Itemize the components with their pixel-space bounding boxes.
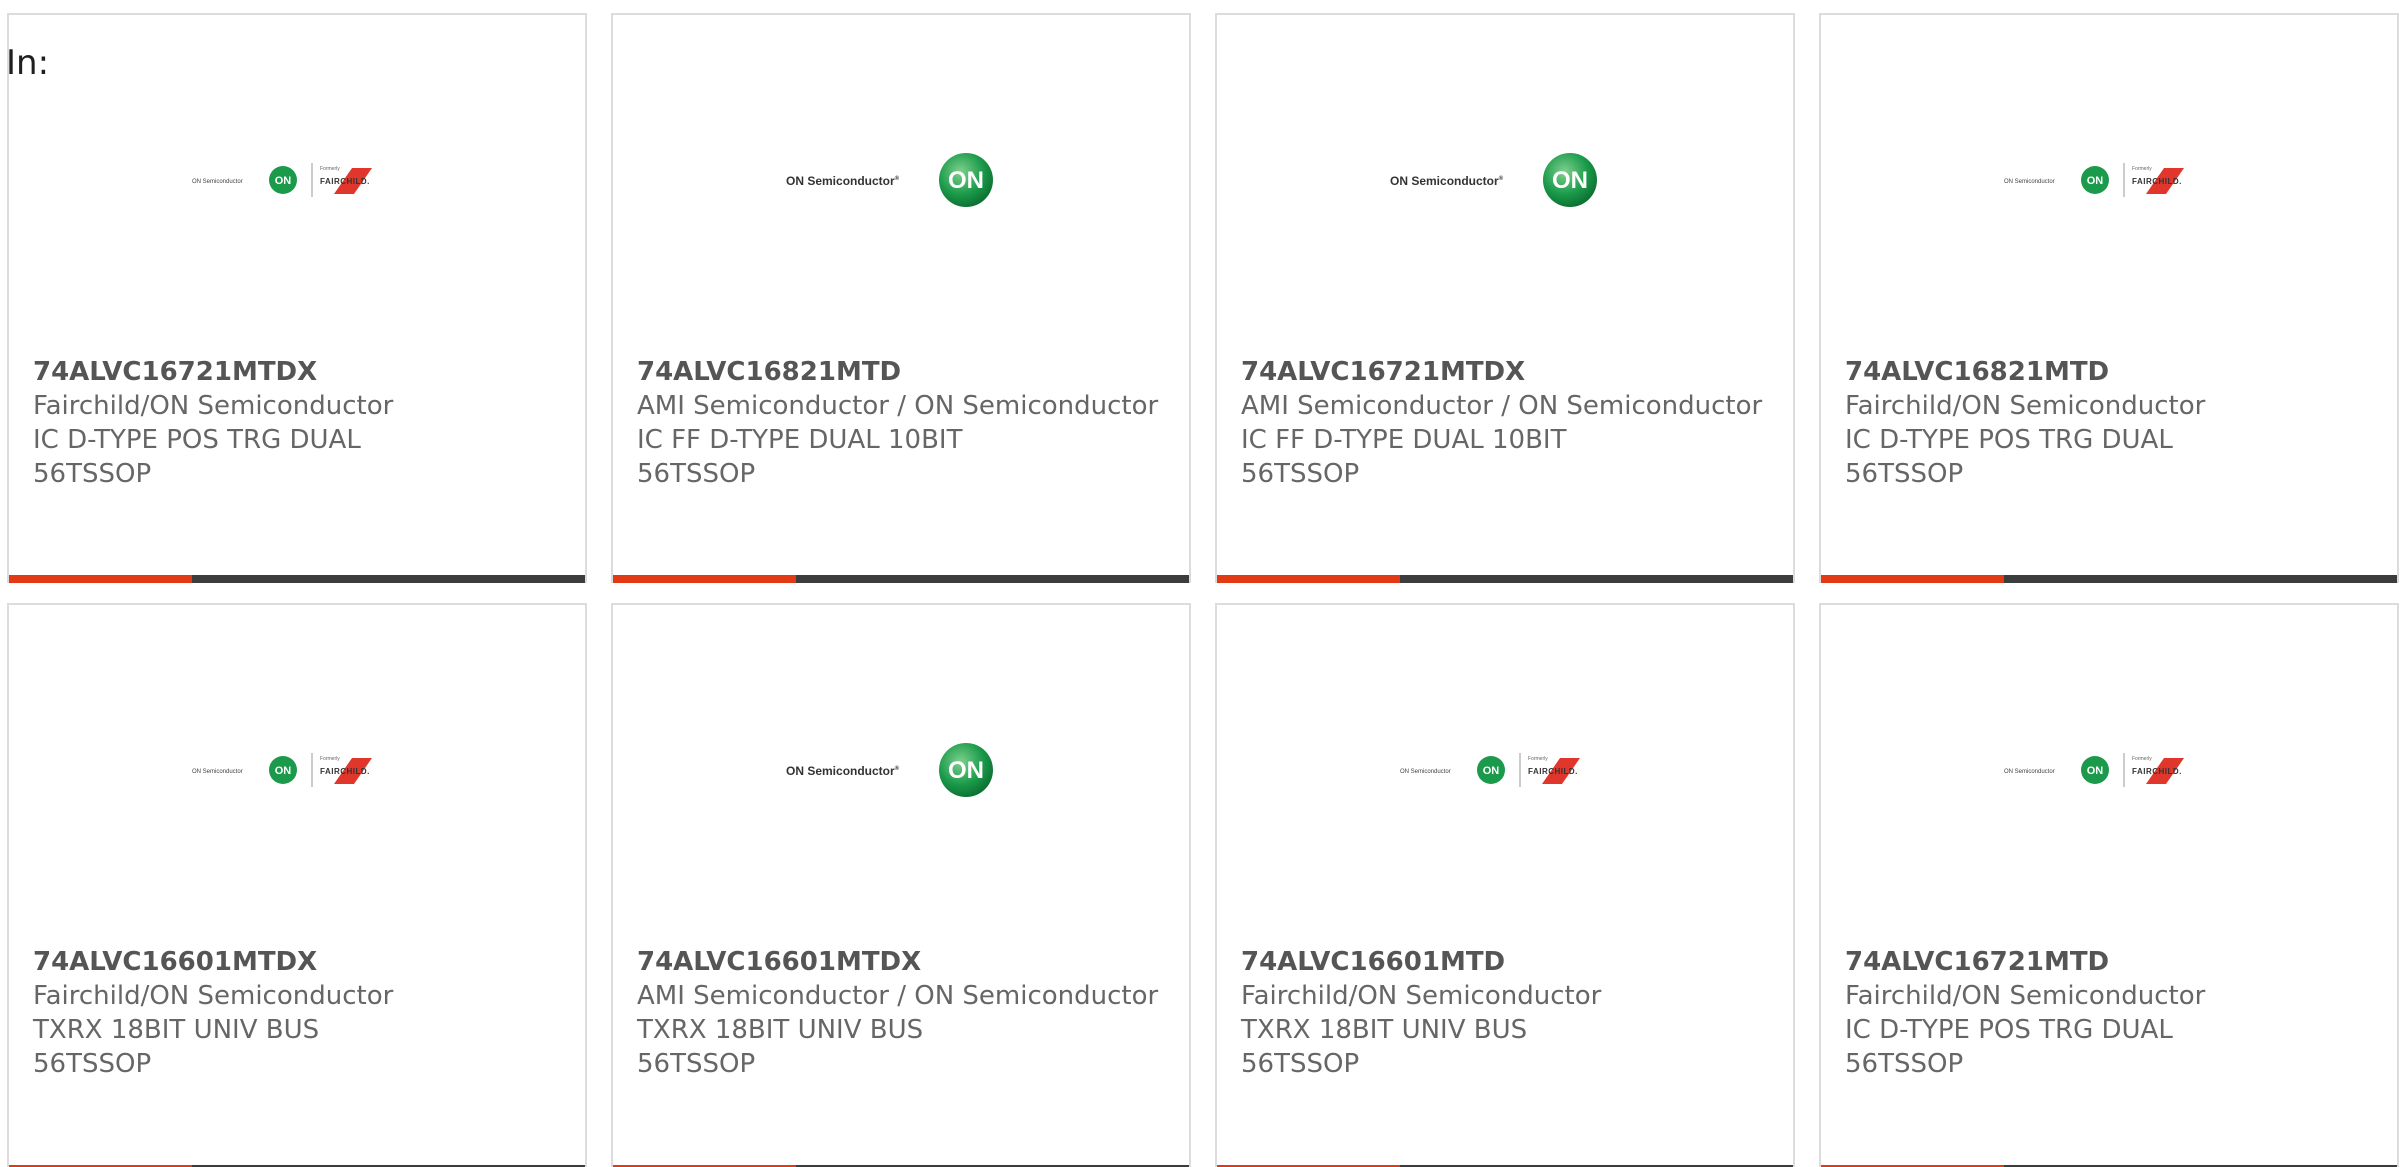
product-info: 74ALVC16821MTD Fairchild/ON Semiconducto…	[1845, 355, 2373, 491]
on-fairchild-logo: ON Semiconductor ON Formerly FAIRCHILD.	[1217, 735, 1793, 805]
manufacturer-name: Fairchild/ON Semiconductor	[33, 981, 394, 1011]
on-logo-text: ON Semiconductor	[192, 179, 243, 185]
manufacturer-name: Fairchild/ON Semiconductor	[1845, 981, 2206, 1011]
product-description: IC D-TYPE POS TRG DUAL 56TSSOP	[1845, 425, 2173, 489]
product-info: 74ALVC16721MTDX AMI Semiconductor / ON S…	[1241, 355, 1769, 491]
card-footer-bar	[1821, 575, 2397, 583]
on-semiconductor-logo-icon: ON Semiconductor® ON	[786, 743, 993, 797]
product-results-page: In: ON Semiconductor ON Formerly FAIRCHILD.…	[0, 0, 2400, 1167]
product-description: TXRX 18BIT UNIV BUS 56TSSOP	[637, 1015, 924, 1079]
svg-text:ON: ON	[2087, 765, 2104, 777]
product-card[interactable]: ON Semiconductor ON Formerly FAIRCHILD. 74A…	[1215, 603, 1795, 1167]
on-logo-text: ON Semiconductor®	[786, 764, 900, 778]
product-info: 74ALVC16601MTDX AMI Semiconductor / ON S…	[637, 945, 1165, 1081]
svg-text:Formerly: Formerly	[1528, 756, 1548, 762]
svg-text:FAIRCHILD.: FAIRCHILD.	[320, 177, 370, 186]
card-footer-bar	[1217, 575, 1793, 583]
manufacturer-name: AMI Semiconductor / ON Semiconductor	[1241, 391, 1763, 421]
svg-text:ON: ON	[1552, 167, 1588, 194]
on-fairchild-logo-icon: ON Semiconductor ON Formerly FAIRCHILD.	[2004, 753, 2184, 787]
product-info: 74ALVC16601MTDX Fairchild/ON Semiconduct…	[33, 945, 561, 1081]
on-logo-text: ON Semiconductor	[1400, 769, 1451, 775]
product-description: IC FF D-TYPE DUAL 10BIT 56TSSOP	[1241, 425, 1567, 489]
card-footer-accent	[9, 575, 192, 583]
product-description: IC D-TYPE POS TRG DUAL 56TSSOP	[33, 425, 361, 489]
filter-label: In:	[6, 43, 50, 83]
product-info: 74ALVC16721MTD Fairchild/ON Semiconducto…	[1845, 945, 2373, 1081]
on-semiconductor-logo-icon: ON Semiconductor® ON	[786, 153, 993, 207]
on-fairchild-logo: ON Semiconductor ON Formerly FAIRCHILD.	[1821, 735, 2397, 805]
on-fairchild-logo: ON Semiconductor ON Formerly FAIRCHILD.	[1821, 145, 2397, 215]
on-semiconductor-logo: ON Semiconductor® ON	[1217, 145, 1793, 215]
on-fairchild-logo-icon: ON Semiconductor ON Formerly FAIRCHILD.	[192, 163, 372, 197]
svg-text:Formerly: Formerly	[320, 756, 340, 762]
product-description: TXRX 18BIT UNIV BUS 56TSSOP	[1241, 1015, 1528, 1079]
on-semiconductor-logo: ON Semiconductor® ON	[613, 145, 1189, 215]
on-semiconductor-logo-icon: ON Semiconductor® ON	[1390, 153, 1597, 207]
svg-text:ON: ON	[948, 757, 984, 784]
product-card[interactable]: ON Semiconductor® ON 74ALVC16721MTDX AMI …	[1215, 13, 1795, 583]
part-number[interactable]: 74ALVC16721MTD	[1845, 945, 2373, 979]
product-info: 74ALVC16721MTDX Fairchild/ON Semiconduct…	[33, 355, 561, 491]
manufacturer-name: Fairchild/ON Semiconductor	[33, 391, 394, 421]
product-card[interactable]: ON Semiconductor® ON 74ALVC16601MTDX AMI …	[611, 603, 1191, 1167]
svg-text:ON: ON	[275, 765, 292, 777]
on-semiconductor-logo: ON Semiconductor® ON	[613, 735, 1189, 805]
product-card[interactable]: ON Semiconductor ON Formerly FAIRCHILD. 74A…	[7, 13, 587, 583]
on-fairchild-logo: ON Semiconductor ON Formerly FAIRCHILD.	[9, 145, 585, 215]
on-fairchild-logo: ON Semiconductor ON Formerly FAIRCHILD.	[9, 735, 585, 805]
part-number[interactable]: 74ALVC16721MTDX	[1241, 355, 1769, 389]
card-footer-accent	[613, 575, 796, 583]
product-description: IC FF D-TYPE DUAL 10BIT 56TSSOP	[637, 425, 963, 489]
product-grid: ON Semiconductor ON Formerly FAIRCHILD. 74A…	[7, 13, 2399, 1167]
part-number[interactable]: 74ALVC16721MTDX	[33, 355, 561, 389]
svg-text:Formerly: Formerly	[2132, 756, 2152, 762]
on-logo-text: ON Semiconductor®	[1390, 174, 1504, 188]
svg-text:ON: ON	[275, 175, 292, 187]
product-description: IC D-TYPE POS TRG DUAL 56TSSOP	[1845, 1015, 2173, 1079]
svg-text:FAIRCHILD.: FAIRCHILD.	[320, 767, 370, 776]
on-fairchild-logo-icon: ON Semiconductor ON Formerly FAIRCHILD.	[1400, 753, 1580, 787]
on-fairchild-logo-icon: ON Semiconductor ON Formerly FAIRCHILD.	[192, 753, 372, 787]
svg-text:FAIRCHILD.: FAIRCHILD.	[2132, 767, 2182, 776]
product-card[interactable]: ON Semiconductor ON Formerly FAIRCHILD. 74A…	[1819, 603, 2399, 1167]
card-footer-bar	[9, 575, 585, 583]
svg-text:FAIRCHILD.: FAIRCHILD.	[2132, 177, 2182, 186]
card-footer-accent	[1217, 575, 1400, 583]
part-number[interactable]: 74ALVC16601MTDX	[33, 945, 561, 979]
on-logo-text: ON Semiconductor	[192, 769, 243, 775]
product-card[interactable]: ON Semiconductor ON Formerly FAIRCHILD. 74A…	[1819, 13, 2399, 583]
product-info: 74ALVC16601MTD Fairchild/ON Semiconducto…	[1241, 945, 1769, 1081]
part-number[interactable]: 74ALVC16601MTD	[1241, 945, 1769, 979]
product-card[interactable]: ON Semiconductor ON Formerly FAIRCHILD. 74A…	[7, 603, 587, 1167]
product-description: TXRX 18BIT UNIV BUS 56TSSOP	[33, 1015, 320, 1079]
part-number[interactable]: 74ALVC16821MTD	[637, 355, 1165, 389]
svg-text:ON: ON	[1483, 765, 1500, 777]
part-number[interactable]: 74ALVC16601MTDX	[637, 945, 1165, 979]
svg-text:Formerly: Formerly	[320, 166, 340, 172]
svg-text:ON: ON	[2087, 175, 2104, 187]
card-footer-bar	[613, 575, 1189, 583]
on-fairchild-logo-icon: ON Semiconductor ON Formerly FAIRCHILD.	[2004, 163, 2184, 197]
on-logo-text: ON Semiconductor	[2004, 179, 2055, 185]
svg-text:FAIRCHILD.: FAIRCHILD.	[1528, 767, 1578, 776]
product-info: 74ALVC16821MTD AMI Semiconductor / ON Se…	[637, 355, 1165, 491]
on-logo-text: ON Semiconductor®	[786, 174, 900, 188]
manufacturer-name: Fairchild/ON Semiconductor	[1845, 391, 2206, 421]
svg-text:Formerly: Formerly	[2132, 166, 2152, 172]
manufacturer-name: AMI Semiconductor / ON Semiconductor	[637, 391, 1159, 421]
part-number[interactable]: 74ALVC16821MTD	[1845, 355, 2373, 389]
card-footer-accent	[1821, 575, 2004, 583]
svg-text:ON: ON	[948, 167, 984, 194]
on-logo-text: ON Semiconductor	[2004, 769, 2055, 775]
product-card[interactable]: ON Semiconductor® ON 74ALVC16821MTD AMI S…	[611, 13, 1191, 583]
manufacturer-name: Fairchild/ON Semiconductor	[1241, 981, 1602, 1011]
manufacturer-name: AMI Semiconductor / ON Semiconductor	[637, 981, 1159, 1011]
